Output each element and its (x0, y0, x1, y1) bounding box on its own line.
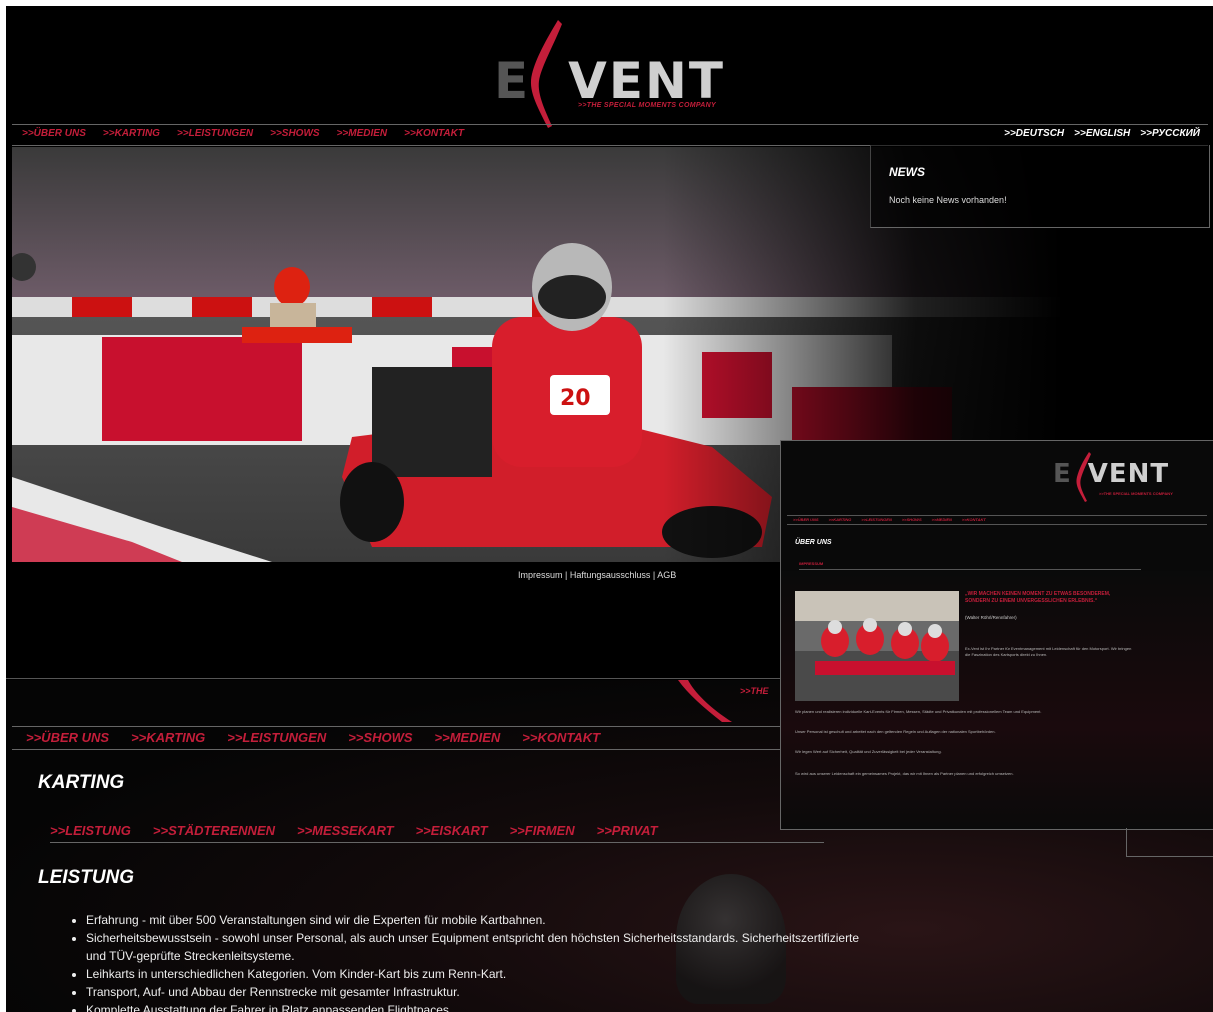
inset-paragraph: Ex-Vent ist Ihr Partner für Eventmanagem… (965, 646, 1132, 657)
lang-deutsch[interactable]: >>DEUTSCH (1004, 128, 1064, 139)
inset-paragraph: So wird aus unserer Leidenschaft ein gem… (795, 771, 1014, 776)
subnav-staedterennen[interactable]: >>STÄDTERENNEN (153, 823, 275, 838)
nav-leistungen[interactable]: >>LEISTUNGEN (177, 128, 253, 139)
list-item: Komplette Ausstattung der Fahrer in Rlat… (86, 1001, 876, 1012)
nav2-ueber-uns[interactable]: >>ÜBER UNS (26, 730, 109, 745)
subnav-eiskart[interactable]: >>EISKART (416, 823, 488, 838)
nav2-leistungen[interactable]: >>LEISTUNGEN (227, 730, 326, 745)
logo-tagline: >>THE SPECIAL MOMENTS COMPANY (578, 102, 716, 109)
news-title: NEWS (889, 165, 925, 179)
site-logo[interactable]: E VENT >>THE SPECIAL MOMENTS COMPANY (494, 18, 744, 130)
lang-russian[interactable]: >>РУССКИЙ (1140, 128, 1200, 139)
news-panel: NEWS Noch keine News vorhanden! (870, 145, 1210, 228)
inset-nav-item[interactable]: >>ÜBER UNS (793, 517, 819, 522)
news-text: Noch keine News vorhanden! (889, 195, 1007, 205)
inset-logo-vent: VENT (1087, 459, 1170, 489)
list-item: Erfahrung - mit über 500 Veranstaltungen… (86, 911, 876, 929)
nav2-medien[interactable]: >>MEDIEN (435, 730, 501, 745)
nav2-karting[interactable]: >>KARTING (131, 730, 205, 745)
inset-photo (795, 591, 959, 701)
section-title: LEISTUNG (38, 867, 135, 888)
inset-nav-item[interactable]: >>LEISTUNGEN (861, 517, 891, 522)
nav2-kontakt[interactable]: >>KONTAKT (522, 730, 600, 745)
sub-nav: >>LEISTUNG >>STÄDTERENNEN >>MESSEKART >>… (50, 820, 824, 843)
list-item: Leihkarts in unterschiedlichen Kategorie… (86, 965, 876, 983)
inset-heading: ÜBER UNS (795, 539, 832, 546)
inset-nav-item[interactable]: >>KARTING (829, 517, 852, 522)
inset-nav-item[interactable]: >>KONTAKT (962, 517, 986, 522)
nav-kontakt[interactable]: >>KONTAKT (404, 128, 464, 139)
nav-medien[interactable]: >>MEDIEN (337, 128, 388, 139)
leistung-list: Erfahrung - mit über 500 Veranstaltungen… (64, 911, 876, 1012)
inset-quote: „WIR MACHEN KEINEN MOMENT ZU ETWAS BESON… (965, 591, 1111, 604)
nav-shows[interactable]: >>SHOWS (270, 128, 319, 139)
inset-screenshot: E VENT >>THE SPECIAL MOMENTS COMPANY >>ÜB… (780, 440, 1213, 830)
inset-tagline: >>THE SPECIAL MOMENTS COMPANY (1099, 491, 1173, 496)
inset-logo-swoosh-icon (1076, 452, 1091, 502)
inset-nav-item[interactable]: >>MEDIEN (932, 517, 952, 522)
subnav-firmen[interactable]: >>FIRMEN (510, 823, 575, 838)
inset-nav-item[interactable]: >>SHOWS (902, 517, 922, 522)
subnav-privat[interactable]: >>PRIVAT (597, 823, 658, 838)
nav-karting[interactable]: >>KARTING (103, 128, 160, 139)
subnav-messekart[interactable]: >>MESSEKART (297, 823, 394, 838)
main-nav: >>ÜBER UNS >>KARTING >>LEISTUNGEN >>SHOW… (12, 124, 1208, 146)
inset-nav: >>ÜBER UNS >>KARTING >>LEISTUNGEN >>SHOW… (787, 515, 1207, 525)
list-item: Sicherheitsbewusstsein - sowohl unser Pe… (86, 929, 876, 965)
nav2-shows[interactable]: >>SHOWS (348, 730, 412, 745)
secondary-nav: >>ÜBER UNS >>KARTING >>LEISTUNGEN >>SHOW… (12, 726, 822, 750)
tagline-fragment: >>THE (740, 686, 769, 696)
inset-paragraph: Wir planen und realisieren individuelle … (795, 709, 1042, 714)
logo-swoosh-fragment-icon (678, 680, 732, 722)
list-item: Transport, Auf- und Abbau der Rennstreck… (86, 983, 876, 1001)
inset-quote-author: (Walter Röhrl/Rennfahrer) (965, 615, 1017, 620)
inset-subnav[interactable]: IMPRESSUM (799, 561, 1141, 570)
inset-paragraph: Wir legen Wert auf Sicherheit, Qualität … (795, 749, 942, 754)
inset-logo-e: E (1053, 459, 1072, 489)
nav-ueber-uns[interactable]: >>ÜBER UNS (22, 128, 86, 139)
logo-swoosh-icon (530, 20, 562, 128)
subnav-leistung[interactable]: >>LEISTUNG (50, 823, 131, 838)
lang-english[interactable]: >>ENGLISH (1074, 128, 1130, 139)
page-title: KARTING (38, 772, 125, 793)
page: E VENT >>THE SPECIAL MOMENTS COMPANY >>ÜB… (6, 6, 1213, 1012)
inset-paragraph: Unser Personal ist geschult und arbeitet… (795, 729, 996, 734)
inset-frame-corner (1126, 828, 1213, 857)
inset-karting-photo (795, 591, 959, 701)
footer-links[interactable]: Impressum | Haftungsausschluss | AGB (518, 570, 676, 580)
